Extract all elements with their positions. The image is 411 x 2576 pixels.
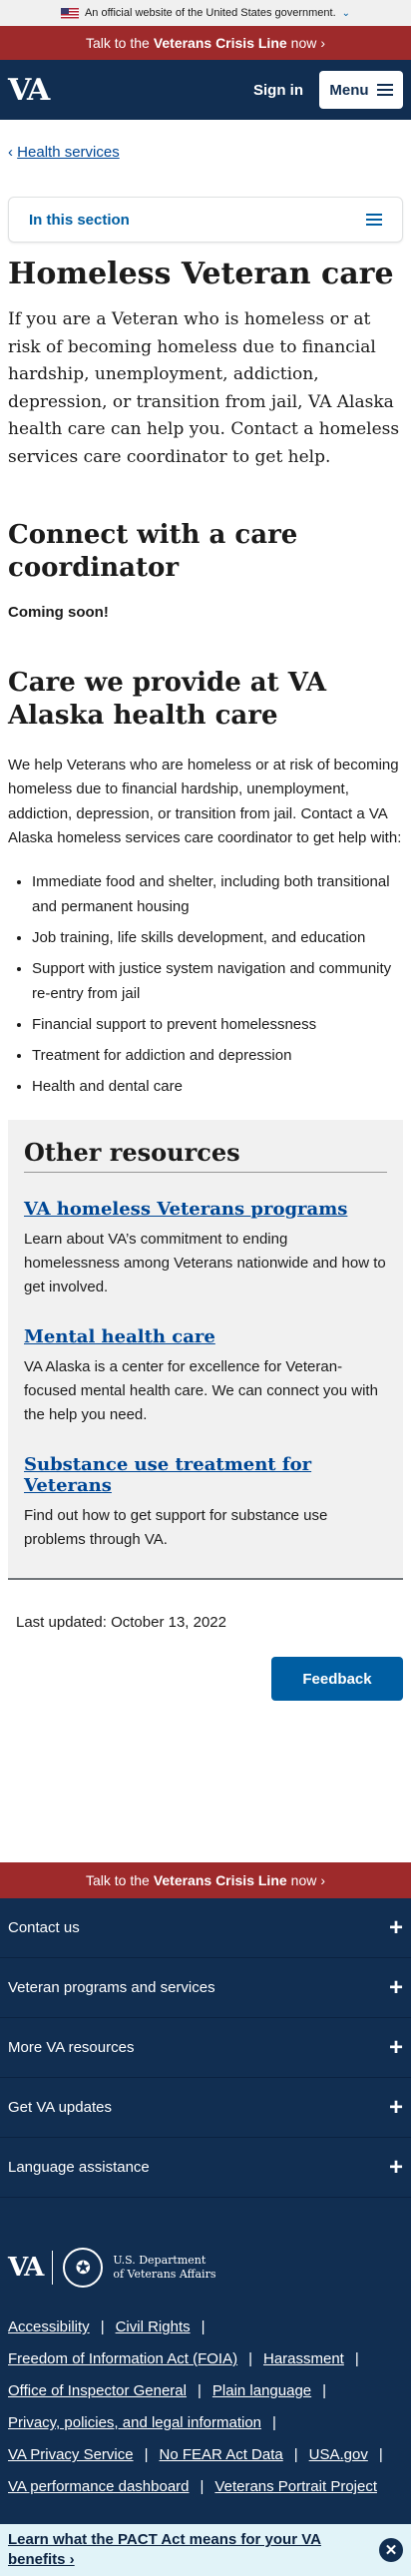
main-content: ‹ Health services In this section Homele… (0, 120, 411, 1702)
list-item: Financial support to prevent homelessnes… (32, 1013, 403, 1037)
care-list: Immediate food and shelter, including bo… (8, 870, 403, 1099)
footer-accordion-contact-us[interactable]: Contact us + (0, 1898, 411, 1959)
site-footer: Talk to the Veterans Crisis Line now › C… (0, 1862, 411, 2576)
footer-link[interactable]: No FEAR Act Data (160, 2447, 283, 2462)
footer-accordion-language[interactable]: Language assistance + (0, 2138, 411, 2199)
us-flag-icon (60, 7, 79, 19)
va-logo: VA (8, 2253, 44, 2284)
chevron-left-icon: ‹ (8, 144, 13, 161)
plus-icon: + (388, 2033, 403, 2061)
footer-link[interactable]: Accessibility (8, 2319, 90, 2334)
intro-paragraph: If you are a Veteran who is homeless or … (8, 309, 400, 467)
chevron-right-icon: › (320, 1872, 326, 1889)
list-item: Job training, life skills development, a… (32, 926, 403, 950)
crisis-suffix: now (290, 35, 317, 51)
footer-link[interactable]: Plain language (212, 2383, 311, 2398)
care-paragraph: We help Veterans who are homeless or at … (8, 757, 402, 847)
dept-line-1: U.S. Department (113, 2254, 206, 2268)
footer-link[interactable]: Civil Rights (116, 2319, 191, 2334)
footer-accordion-updates[interactable]: Get VA updates + (0, 2078, 411, 2139)
sign-in-button[interactable]: Sign in (253, 82, 303, 99)
department-name: U.S. Department of Veterans Affairs (113, 2254, 215, 2282)
divider (52, 2251, 54, 2286)
resource-link-mental-health[interactable]: Mental health care (24, 1326, 387, 1347)
footer-link[interactable]: VA performance dashboard (8, 2479, 190, 2494)
chevron-down-icon: ⌄ (341, 7, 351, 19)
footer-link[interactable]: VA Privacy Service (8, 2447, 134, 2462)
crisis-line-name: Veterans Crisis Line (153, 35, 287, 51)
plus-icon: + (388, 2093, 403, 2121)
va-seal-icon: ✪ (63, 2248, 104, 2289)
menu-label: Menu (329, 81, 369, 99)
official-banner-text: An official website of the United States… (84, 7, 336, 19)
footer-link[interactable]: Office of Inspector General (8, 2383, 187, 2398)
page-title: Homeless Veteran care (8, 257, 394, 291)
hamburger-icon (376, 84, 393, 96)
veterans-crisis-line-bar[interactable]: Talk to the Veterans Crisis Line now › (0, 26, 411, 60)
chevron-right-icon: › (320, 35, 326, 51)
breadcrumb: ‹ Health services (8, 120, 403, 161)
crisis-prefix: Talk to the (85, 1872, 150, 1889)
footer-logo-lockup[interactable]: VA ✪ U.S. Department of Veterans Affairs (0, 2198, 411, 2306)
footer-link[interactable]: Veterans Portrait Project (214, 2479, 377, 2494)
resource-description: Find out how to get support for substanc… (24, 1506, 328, 1548)
hamburger-icon (366, 214, 382, 226)
footer-link[interactable]: USA.gov (309, 2447, 368, 2462)
footer-link[interactable]: Freedom of Information Act (FOIA) (8, 2351, 237, 2366)
footer-accordion-resources[interactable]: More VA resources + (0, 2018, 411, 2079)
accordion-label: Get VA updates (8, 2099, 112, 2117)
list-item: Health and dental care (32, 1075, 403, 1099)
accordion-label: Language assistance (8, 2159, 150, 2177)
accordion-label: Veteran programs and services (8, 1979, 215, 1997)
close-icon[interactable]: ✕ (379, 2538, 403, 2563)
resource-link-substance-use[interactable]: Substance use treatment for Veterans (24, 1454, 387, 1496)
pact-act-link[interactable]: Learn what the PACT Act means for your V… (8, 2530, 347, 2571)
crisis-prefix: Talk to the (85, 35, 150, 51)
va-logo[interactable]: VA (8, 73, 50, 108)
resource-description: Learn about VA’s commitment to ending ho… (24, 1230, 386, 1296)
section-nav-label: In this section (29, 211, 130, 229)
footer-link[interactable]: Privacy, policies, and legal information (8, 2415, 261, 2430)
accordion-label: Contact us (8, 1919, 80, 1937)
plus-icon: + (388, 1973, 403, 2001)
resource-description: VA Alaska is a center for excellence for… (24, 1357, 378, 1424)
resource-link-homeless-programs[interactable]: VA homeless Veterans programs (24, 1199, 387, 1220)
other-resources-heading: Other resources (24, 1138, 387, 1173)
plus-icon: + (388, 1913, 403, 1941)
crisis-line-name: Veterans Crisis Line (153, 1872, 287, 1889)
list-item: Immediate food and shelter, including bo… (32, 870, 403, 919)
accordion-label: More VA resources (8, 2039, 135, 2057)
coming-soon-text: Coming soon! (8, 604, 109, 622)
site-header: VA Sign in Menu (0, 60, 411, 120)
menu-button[interactable]: Menu (319, 71, 403, 109)
connect-heading: Connect with a care coordinator (8, 520, 298, 583)
list-item: Treatment for addiction and depression (32, 1044, 403, 1068)
last-updated: Last updated: October 13, 2022 (16, 1614, 226, 1632)
footer-crisis-line-bar[interactable]: Talk to the Veterans Crisis Line now › (0, 1862, 411, 1899)
dept-line-2: of Veterans Affairs (113, 2268, 216, 2282)
official-gov-banner[interactable]: An official website of the United States… (0, 0, 411, 26)
list-item: Support with justice system navigation a… (32, 957, 403, 1006)
feedback-button[interactable]: Feedback (271, 1657, 403, 1702)
care-heading: Care we provide at VA Alaska health care (8, 668, 327, 731)
plus-icon: + (388, 2153, 403, 2181)
footer-accordion-programs[interactable]: Veteran programs and services + (0, 1958, 411, 2019)
pact-act-banner: Learn what the PACT Act means for your V… (0, 2524, 411, 2576)
other-resources-box: Other resources VA homeless Veterans pro… (8, 1119, 403, 1581)
in-this-section-nav-button[interactable]: In this section (8, 197, 403, 243)
crisis-suffix: now (290, 1872, 317, 1889)
footer-links: Accessibility | Civil Rights | Freedom of … (8, 2318, 383, 2496)
footer-link[interactable]: Harassment (263, 2351, 344, 2366)
breadcrumb-health-services-link[interactable]: Health services (17, 144, 120, 161)
